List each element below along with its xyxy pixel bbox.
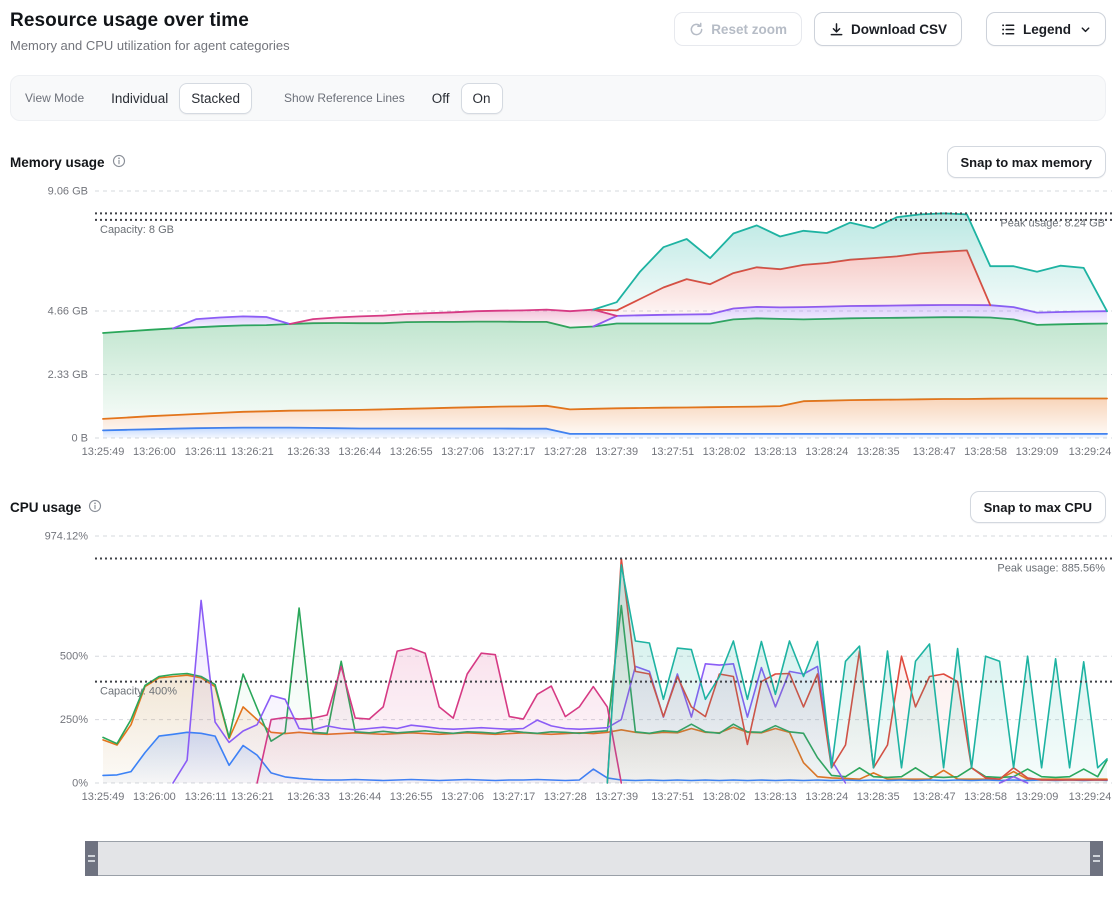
x-tick-label: 13:26:21 <box>231 791 274 803</box>
memory-title-text: Memory usage <box>10 155 105 170</box>
x-tick-label: 13:26:21 <box>231 446 274 458</box>
header-titles: Resource usage over time Memory and CPU … <box>10 8 290 53</box>
dashboard: Resource usage over time Memory and CPU … <box>0 0 1116 896</box>
x-tick-label: 13:26:11 <box>185 446 227 458</box>
x-tick-label: 13:26:11 <box>185 791 227 803</box>
legend-button[interactable]: Legend <box>986 12 1106 46</box>
view-controls-bar: View Mode Individual Stacked Show Refere… <box>10 75 1106 121</box>
view-mode-stacked[interactable]: Stacked <box>179 83 252 114</box>
reference-line-label: Capacity: 400% <box>100 686 177 698</box>
brush-handle-left[interactable] <box>85 841 98 876</box>
snap-to-max-memory-button[interactable]: Snap to max memory <box>947 146 1107 178</box>
x-tick-label: 13:29:09 <box>1016 446 1059 458</box>
info-icon[interactable] <box>88 499 102 516</box>
x-tick-label: 13:27:51 <box>651 791 694 803</box>
x-tick-label: 13:28:58 <box>964 791 1007 803</box>
y-tick-label: 0% <box>72 778 88 790</box>
view-mode-individual[interactable]: Individual <box>100 84 179 113</box>
download-icon <box>829 22 844 37</box>
x-tick-label: 13:29:24 <box>1069 446 1112 458</box>
x-tick-label: 13:28:13 <box>754 446 797 458</box>
series-area-teal <box>607 565 1107 783</box>
page-title: Resource usage over time <box>10 10 290 32</box>
x-tick-label: 13:26:33 <box>287 791 330 803</box>
x-tick-label: 13:28:13 <box>754 791 797 803</box>
cpu-chart-svg[interactable]: 974.12% 500% 250% 0%13:25:49 13:26:00 13:26:1… <box>10 526 1116 811</box>
x-tick-label: 13:28:24 <box>805 446 848 458</box>
x-tick-label: 13:27:28 <box>544 446 587 458</box>
reference-line-label: Capacity: 8 GB <box>100 224 174 236</box>
y-tick-label: 974.12% <box>45 531 89 543</box>
x-tick-label: 13:29:09 <box>1016 791 1059 803</box>
cpu-section-title: CPU usage <box>10 499 102 516</box>
chevron-down-icon <box>1080 24 1091 35</box>
memory-section-title: Memory usage <box>10 154 126 171</box>
x-tick-label: 13:29:24 <box>1069 791 1112 803</box>
x-tick-label: 13:26:33 <box>287 446 330 458</box>
legend-list-icon <box>1001 22 1016 37</box>
x-tick-label: 13:28:47 <box>913 791 956 803</box>
refresh-icon <box>689 22 704 37</box>
x-tick-label: 13:28:58 <box>964 446 1007 458</box>
page-subtitle: Memory and CPU utilization for agent cat… <box>10 38 290 53</box>
x-tick-label: 13:28:24 <box>805 791 848 803</box>
view-mode-label: View Mode <box>25 91 84 105</box>
x-tick-label: 13:26:44 <box>338 446 381 458</box>
x-tick-label: 13:27:51 <box>651 446 694 458</box>
x-tick-label: 13:25:49 <box>82 446 125 458</box>
x-tick-label: 13:26:55 <box>390 791 433 803</box>
y-tick-label: 2.33 GB <box>48 369 88 381</box>
x-tick-label: 13:28:35 <box>857 791 900 803</box>
x-tick-label: 13:27:17 <box>492 791 535 803</box>
x-tick-label: 13:27:39 <box>595 446 638 458</box>
x-tick-label: 13:26:44 <box>338 791 381 803</box>
y-tick-label: 4.66 GB <box>48 306 88 318</box>
cpu-section-header: CPU usage Snap to max CPU <box>10 490 1106 524</box>
reference-line-label: Peak usage: 8.24 GB <box>1000 217 1105 229</box>
show-reference-lines-label: Show Reference Lines <box>284 91 405 105</box>
reference-lines-on[interactable]: On <box>461 83 503 114</box>
time-range-brush[interactable] <box>85 841 1103 876</box>
x-tick-label: 13:25:49 <box>82 791 125 803</box>
x-tick-label: 13:26:55 <box>390 446 433 458</box>
reset-zoom-label: Reset zoom <box>711 22 787 37</box>
x-tick-label: 13:28:47 <box>913 446 956 458</box>
reference-line-label: Peak usage: 885.56% <box>997 563 1105 575</box>
x-tick-label: 13:28:35 <box>857 446 900 458</box>
x-tick-label: 13:27:17 <box>492 446 535 458</box>
download-csv-button[interactable]: Download CSV <box>814 12 962 46</box>
reference-lines-off[interactable]: Off <box>421 84 461 113</box>
download-csv-label: Download CSV <box>851 22 947 37</box>
memory-section-header: Memory usage Snap to max memory <box>10 145 1106 179</box>
x-tick-label: 13:27:06 <box>441 446 484 458</box>
info-icon[interactable] <box>112 154 126 171</box>
y-tick-label: 9.06 GB <box>48 186 88 198</box>
reset-zoom-button[interactable]: Reset zoom <box>674 12 802 46</box>
x-tick-label: 13:27:28 <box>544 791 587 803</box>
x-tick-label: 13:28:02 <box>703 791 746 803</box>
legend-label: Legend <box>1023 22 1071 37</box>
x-tick-label: 13:27:06 <box>441 791 484 803</box>
snap-to-max-cpu-button[interactable]: Snap to max CPU <box>970 491 1106 523</box>
reference-lines-group: Show Reference Lines Off On <box>284 83 503 114</box>
brush-handle-right[interactable] <box>1090 841 1103 876</box>
x-tick-label: 13:27:39 <box>595 791 638 803</box>
y-tick-label: 0 B <box>71 433 88 445</box>
cpu-title-text: CPU usage <box>10 500 81 515</box>
y-tick-label: 500% <box>60 651 88 663</box>
x-tick-label: 13:26:00 <box>133 791 176 803</box>
header-actions: Reset zoom Download CSV Legend <box>674 12 1106 46</box>
header: Resource usage over time Memory and CPU … <box>10 8 1106 53</box>
y-tick-label: 250% <box>60 714 88 726</box>
x-tick-label: 13:26:00 <box>133 446 176 458</box>
x-tick-label: 13:28:02 <box>703 446 746 458</box>
memory-chart-svg[interactable]: 9.06 GB 4.66 GB 2.33 GB 0 B13:25:49 13:26:00… <box>10 181 1116 466</box>
